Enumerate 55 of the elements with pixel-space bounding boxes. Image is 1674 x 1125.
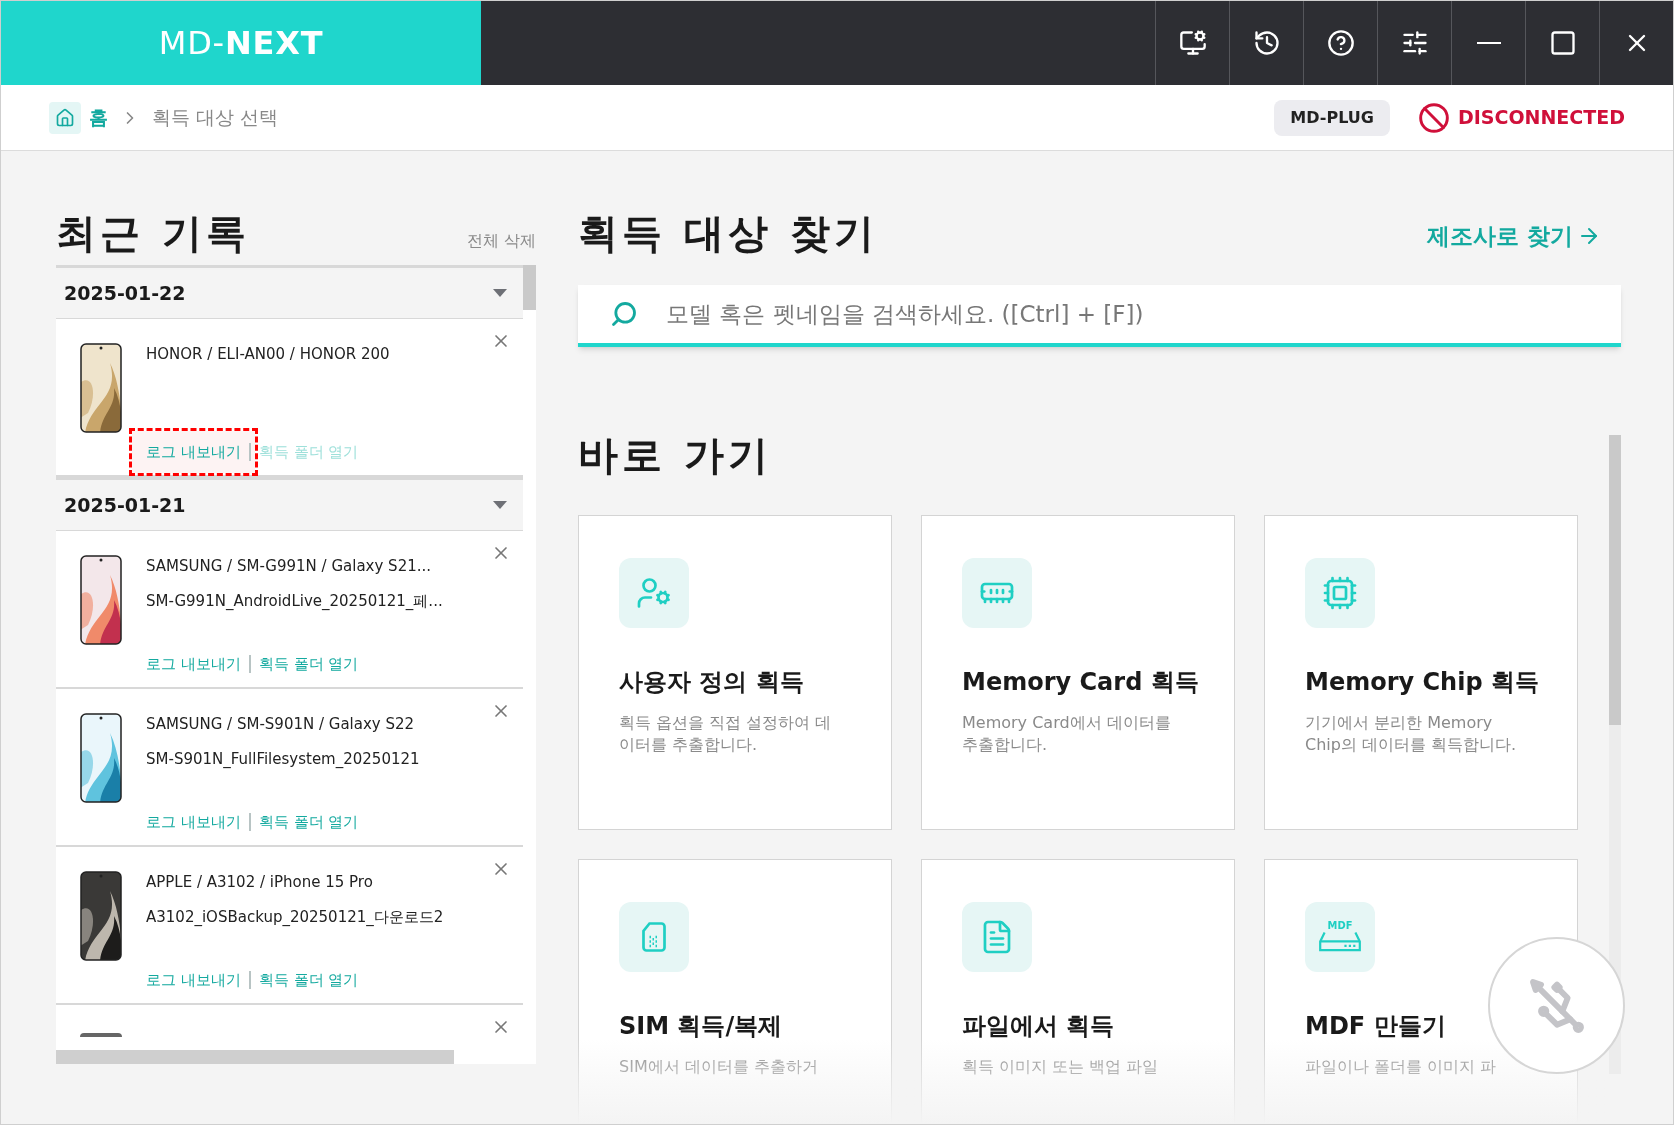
connection-status: DISCONNECTED (1457, 105, 1625, 131)
home-link[interactable]: 홈 (89, 103, 108, 132)
app-logo: MD-NEXT (1, 1, 481, 85)
card-title: MDF 만들기 (1305, 1011, 1447, 1042)
card-description: 기기에서 분리한 Memory Chip의 데이터를 획득합니다. (1305, 712, 1518, 756)
export-log-link[interactable]: 로그 내보내기 (132, 642, 255, 685)
shortcut-card[interactable]: Memory Chip 획득 기기에서 분리한 Memory Chip의 데이터를 획득합니다. (1264, 515, 1578, 830)
open-folder-link[interactable]: 획득 폴더 열기 (258, 440, 359, 463)
open-folder-link[interactable]: 획득 폴더 열기 (258, 652, 359, 675)
monitor-gear-icon (1178, 29, 1207, 57)
file-name: SM-S901N_FullFilesystem_20250121 (146, 748, 421, 770)
clear-all-button[interactable]: 전체 삭제 (466, 229, 536, 253)
open-folder-link[interactable]: 획득 폴더 열기 (258, 968, 359, 991)
find-by-maker-link[interactable]: 제조사로 찾기 (1427, 218, 1601, 253)
device-name: SAMSUNG / SM-G991N / Galaxy S21... (146, 556, 433, 577)
card-description: SIM에서 데이터를 추출하거 (619, 1056, 819, 1078)
vertical-scrollbar[interactable] (1609, 435, 1621, 1074)
vertical-scrollbar[interactable] (523, 265, 536, 1064)
settings-icon (1400, 29, 1429, 57)
file-name: A3102_iOSBackup_20250121_다운로드2 (146, 906, 445, 928)
minimize-icon (1476, 42, 1501, 44)
breadcrumb-current: 획득 대상 선택 (152, 105, 279, 131)
history-icon (1252, 29, 1281, 57)
shortcut-card[interactable]: Memory Card 획득 Memory Card에서 데이터를 추출합니다. (921, 515, 1235, 830)
card-description: Memory Card에서 데이터를 추출합니다. (962, 712, 1172, 756)
maximize-icon (1548, 29, 1577, 57)
search-input[interactable]: 모델 혹은 펫네임을 검색하세요. ([Ctrl] + [F]) (666, 296, 1589, 332)
search-icon (610, 300, 638, 328)
export-log-link[interactable]: 로그 내보내기 (132, 430, 255, 473)
device-tag: MD-PLUG (1274, 99, 1390, 136)
open-folder-link[interactable]: 획득 폴더 열기 (258, 810, 359, 833)
horizontal-scrollbar[interactable] (56, 1050, 523, 1064)
home-icon[interactable] (49, 101, 81, 134)
gear-user-icon (636, 575, 672, 611)
card-description: 획득 옵션을 직접 설정하여 데이터를 추출합니다. (619, 712, 833, 756)
device-name: HONOR / ELI-AN00 / HONOR 200 (146, 344, 391, 365)
device-name: APPLE / A3102 / iPhone 15 Pro (146, 872, 374, 893)
phone-edge-drawing (80, 1033, 122, 1037)
device-name: SAMSUNG / SM-S901N / Galaxy S22 (146, 714, 416, 735)
card-title: SIM 획득/복제 (619, 1011, 784, 1042)
search-title: 획득 대상 찾기 (578, 213, 878, 253)
help-icon (1326, 29, 1355, 57)
recent-title: 최근 기록 (56, 213, 250, 253)
card-title: 사용자 정의 획득 (619, 667, 805, 698)
export-log-link[interactable]: 로그 내보내기 (132, 958, 255, 1001)
file-name: SM-G991N_AndroidLive_20250121_페... (146, 590, 444, 612)
export-log-link[interactable]: 로그 내보내기 (132, 800, 255, 843)
card-description: 파일이나 폴더를 이미지 파 (1305, 1056, 1498, 1078)
card-description: 획득 이미지 또는 백업 파일 (962, 1056, 1160, 1078)
shortcuts-title: 바로 가기 (578, 435, 773, 475)
card-title: Memory Chip 획득 (1305, 667, 1537, 698)
card-title: 파일에서 획득 (962, 1011, 1116, 1042)
shortcut-card[interactable]: 사용자 정의 획득 획득 옵션을 직접 설정하여 데이터를 추출합니다. (578, 515, 892, 830)
search-field[interactable]: 모델 혹은 펫네임을 검색하세요. ([Ctrl] + [F]) (578, 285, 1621, 347)
chip-icon (1322, 575, 1358, 611)
